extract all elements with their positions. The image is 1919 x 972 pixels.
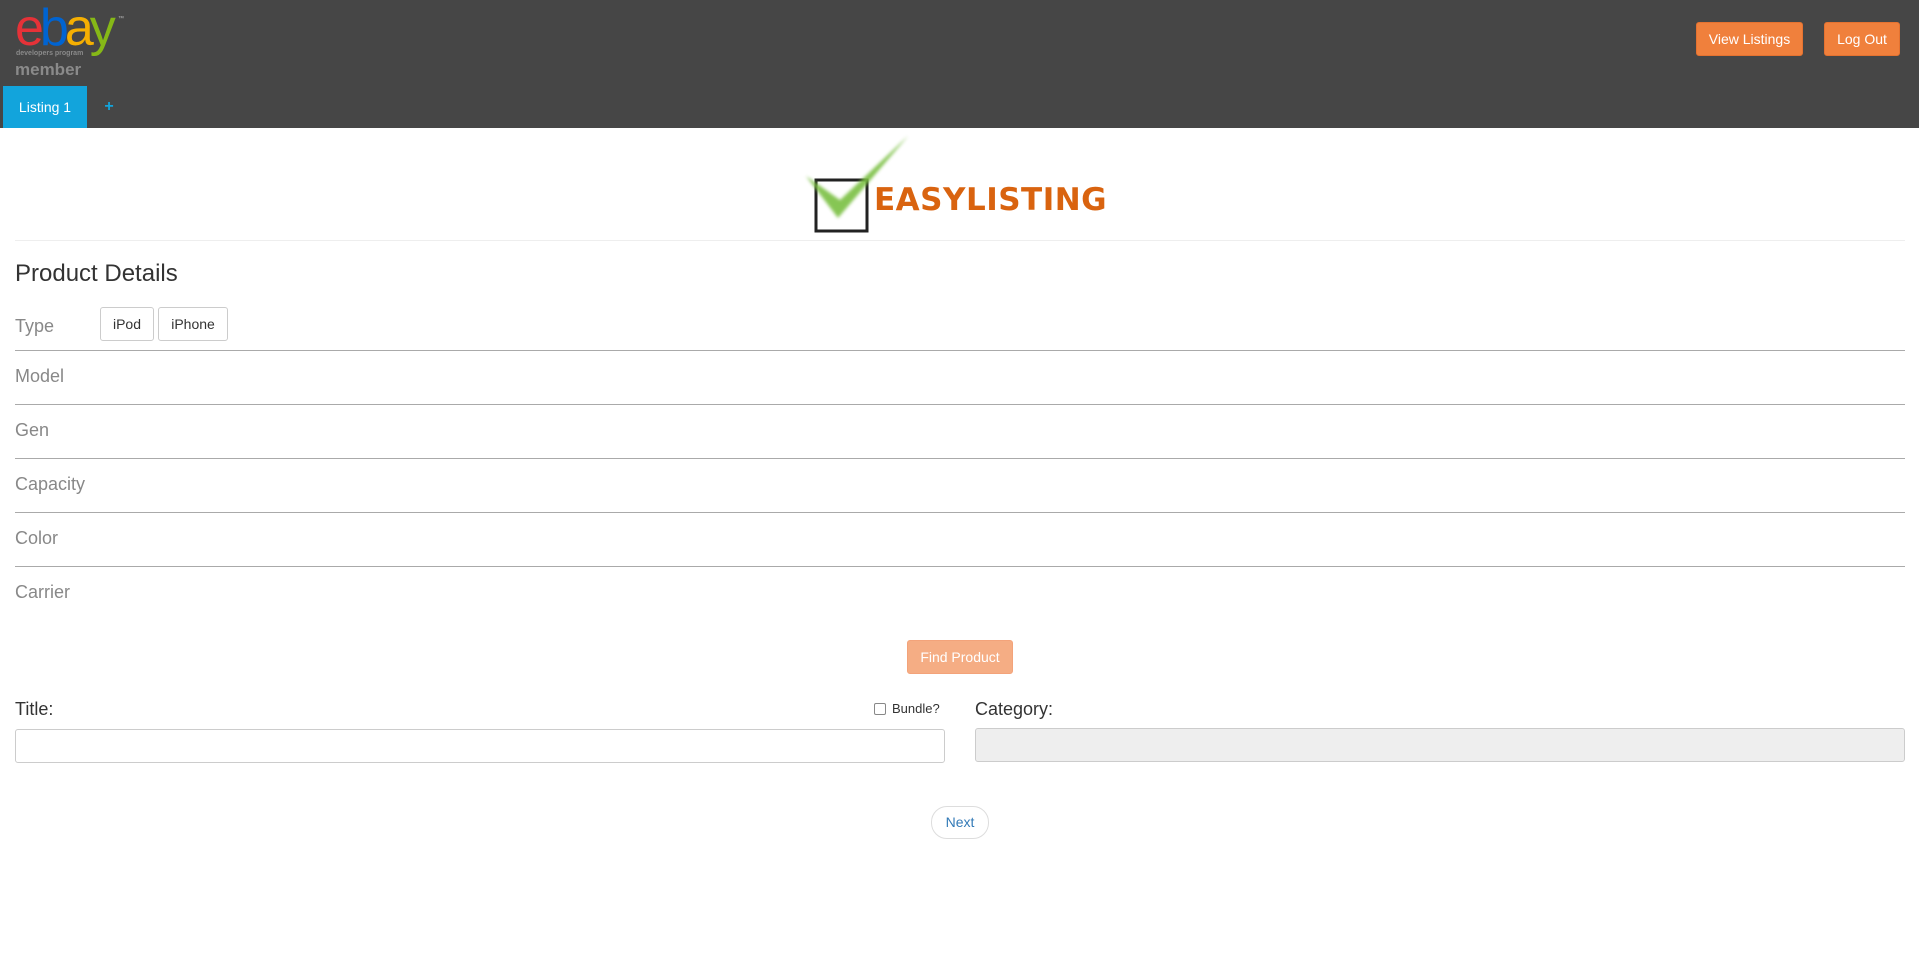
carrier-label: Carrier	[15, 582, 71, 602]
title-label: Title:	[15, 699, 54, 719]
brand-text: EASYLISTING	[874, 182, 1108, 218]
find-product-button[interactable]: Find Product	[907, 640, 1013, 674]
top-navbar: ebay ™ developers program member View Li…	[0, 0, 1919, 128]
gen-label: Gen	[15, 420, 50, 440]
title-input[interactable]	[15, 729, 945, 763]
row-divider	[15, 350, 1905, 351]
row-divider	[15, 458, 1905, 459]
row-divider	[15, 512, 1905, 513]
easylisting-logo: EASYLISTING	[800, 134, 1110, 234]
type-option-iphone[interactable]: iPhone	[158, 307, 228, 341]
section-title-product-details: Product Details	[15, 260, 178, 287]
tab-listing-1[interactable]: Listing 1	[3, 86, 87, 128]
category-label: Category:	[975, 699, 1054, 719]
category-input	[975, 728, 1905, 762]
ebay-wordmark: ebay	[15, 0, 116, 57]
type-label: Type	[15, 316, 55, 336]
logo-member-label: member	[15, 60, 82, 79]
bundle-option[interactable]: Bundle?	[874, 701, 940, 716]
bundle-label: Bundle?	[892, 701, 940, 716]
model-label: Model	[15, 366, 65, 386]
divider	[15, 240, 1905, 241]
add-tab-button[interactable]: +	[100, 86, 118, 128]
color-label: Color	[15, 528, 59, 548]
ebay-developers-logo[interactable]: ebay ™ developers program member	[15, 2, 135, 80]
logo-subtitle: developers program	[16, 50, 84, 57]
row-divider	[15, 404, 1905, 405]
bundle-checkbox[interactable]	[874, 702, 886, 715]
next-button[interactable]: Next	[931, 806, 989, 839]
trademark-mark: ™	[118, 16, 124, 22]
row-divider	[15, 566, 1905, 567]
type-option-ipod[interactable]: iPod	[100, 307, 154, 341]
capacity-label: Capacity	[15, 474, 86, 494]
view-listings-button[interactable]: View Listings	[1696, 22, 1803, 56]
log-out-button[interactable]: Log Out	[1824, 22, 1900, 56]
